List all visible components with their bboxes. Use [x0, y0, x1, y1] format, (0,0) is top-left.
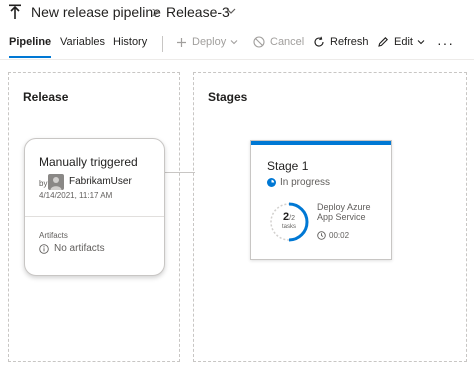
release-panel-title: Release: [23, 90, 69, 104]
release-name[interactable]: Release-3: [166, 4, 230, 20]
task-count: 2/2: [267, 212, 311, 224]
tasks-label: tasks: [281, 224, 296, 230]
breadcrumb-separator: >: [152, 4, 161, 20]
toolbar-divider: [162, 36, 163, 52]
release-pipeline-icon: [9, 4, 21, 19]
clock-icon: [317, 231, 326, 240]
task-name: Deploy Azure App Service: [317, 202, 371, 222]
artifacts-value: No artifacts: [39, 243, 105, 254]
tab-history[interactable]: History: [113, 36, 147, 58]
in-progress-icon: [267, 178, 276, 187]
info-icon: [39, 243, 49, 254]
deploy-label: Deploy: [192, 36, 227, 48]
tab-pipeline[interactable]: Pipeline: [9, 36, 52, 58]
plus-icon: [177, 37, 186, 47]
stage-status: In progress: [267, 177, 330, 188]
task-duration-text: 00:02: [329, 231, 350, 240]
refresh-label: Refresh: [330, 36, 369, 48]
stage-status-text: In progress: [280, 177, 331, 188]
chevron-down-icon: [230, 40, 238, 45]
card-divider: [25, 216, 164, 217]
avatar: [48, 174, 64, 190]
cancel-icon: [253, 36, 265, 48]
trigger-date: 4/14/2021, 11:17 AM: [39, 191, 113, 200]
pencil-icon: [378, 37, 388, 47]
artifacts-value-text: No artifacts: [54, 243, 105, 254]
stage-card[interactable]: Stage 1 In progress 2/2 tasks Deploy Azu…: [250, 140, 392, 260]
chevron-down-icon: [417, 40, 425, 45]
stage-name: Stage 1: [267, 159, 309, 173]
by-label: by: [39, 179, 48, 188]
refresh-icon: [314, 36, 324, 47]
tab-variables[interactable]: Variables: [60, 36, 105, 58]
refresh-button[interactable]: Refresh: [313, 34, 369, 50]
stages-panel-title: Stages: [208, 90, 248, 104]
cancel-label: Cancel: [270, 36, 305, 48]
stage-status-bar: [251, 141, 391, 145]
header: New release pipeline > Release-3: [0, 0, 474, 26]
pipeline-connector: [165, 172, 195, 173]
edit-label: Edit: [394, 36, 413, 48]
trigger-card[interactable]: Manually triggered by FabrikamUser 4/14/…: [24, 138, 165, 276]
deploy-button[interactable]: Deploy: [176, 34, 238, 50]
edit-button[interactable]: Edit: [377, 34, 425, 50]
pipeline-title[interactable]: New release pipeline: [31, 4, 161, 20]
tasks-total: /2: [289, 215, 295, 222]
cancel-button[interactable]: Cancel: [253, 34, 304, 50]
user-icon: [50, 177, 62, 190]
task-duration: 00:02: [317, 231, 349, 240]
trigger-title: Manually triggered: [39, 155, 138, 169]
chevron-down-icon[interactable]: [226, 6, 236, 16]
more-actions-button[interactable]: ···: [437, 35, 454, 51]
user-name[interactable]: FabrikamUser: [69, 176, 132, 187]
artifacts-label: Artifacts: [39, 231, 68, 240]
